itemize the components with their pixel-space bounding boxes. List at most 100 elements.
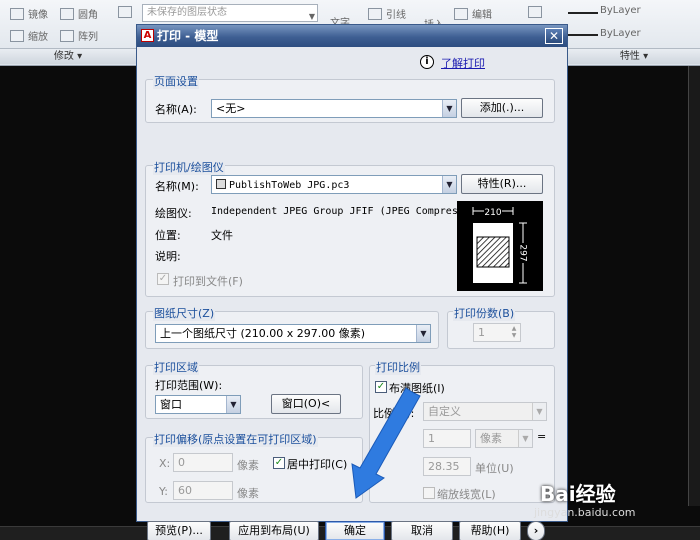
chevron-down-icon: ▼ xyxy=(442,100,456,117)
offset-y-unit: 像素 xyxy=(237,487,259,500)
page-setup-name-value: <无> xyxy=(216,102,246,115)
close-button[interactable]: ✕ xyxy=(545,28,563,44)
copies-spinner[interactable]: 1 ▲ ▼ xyxy=(473,323,521,342)
learn-about-plotting-link[interactable]: 了解打印 xyxy=(441,55,485,71)
preview-button[interactable]: 预览(P)... xyxy=(147,521,211,540)
edit-icon xyxy=(454,7,468,20)
offset-x-unit: 像素 xyxy=(237,459,259,472)
printer-name-combo[interactable]: PublishToWeb JPG.pc3 ▼ xyxy=(211,175,457,194)
plotter-icon xyxy=(216,179,226,189)
printer-name-value: PublishToWeb JPG.pc3 xyxy=(229,180,350,191)
page-setup-name-label: 名称(A): xyxy=(155,103,197,116)
apply-to-layout-button[interactable]: 应用到布局(U) xyxy=(229,521,319,540)
plot-dialog: A 打印 - 模型 ✕ i 了解打印 页面设置 名称(A): <无> ▼ 添加(… xyxy=(136,24,568,540)
offset-y-field[interactable]: 60 xyxy=(173,481,233,500)
scale-value1-field[interactable]: 1 xyxy=(423,429,471,448)
layer-icon-btn[interactable] xyxy=(118,6,132,18)
paper-preview-drawing: 210 297 xyxy=(472,205,529,284)
equals-sign: = xyxy=(537,430,547,443)
plot-range-value: 窗口 xyxy=(160,398,182,411)
scale-icon xyxy=(10,29,24,42)
printer-title: 打印机/绘图仪 xyxy=(153,159,225,175)
edit-tool[interactable]: 编辑 xyxy=(454,6,492,21)
scale-unit2-label: 单位(U) xyxy=(475,462,514,475)
printer-properties-button[interactable]: 特性(R)... xyxy=(461,174,543,194)
bylayer-value: ByLayer xyxy=(600,28,641,39)
plot-offset-title: 打印偏移(原点设置在可打印区域) xyxy=(153,431,318,447)
scale-lineweights-label: 缩放线宽(L) xyxy=(437,488,496,501)
scale-unit1-value: 像素 xyxy=(480,432,502,445)
chevron-down-icon: ▼ xyxy=(532,403,546,420)
paper-size-combo[interactable]: 上一个图纸尺寸 (210.00 x 297.00 像素) ▼ xyxy=(155,324,431,343)
modify-panel-title[interactable]: 修改 ▾ xyxy=(0,48,136,64)
leader-icon xyxy=(368,7,382,20)
watermark-logo: Bai经验 xyxy=(540,482,616,506)
array-label: 阵列 xyxy=(78,32,98,43)
chevron-down-icon: ▼ xyxy=(518,430,532,447)
location-value: 文件 xyxy=(211,229,233,242)
offset-y-value: 60 xyxy=(178,484,192,497)
mirror-tool[interactable]: 镜像 xyxy=(10,6,48,21)
chevron-down-icon: ▼ xyxy=(226,396,240,413)
paper-preview: 210 297 xyxy=(457,201,543,291)
window-pick-button[interactable]: 窗口(O)< xyxy=(271,394,341,414)
scale-lineweights-checkbox[interactable] xyxy=(423,487,435,499)
dialog-titlebar[interactable]: A 打印 - 模型 ✕ xyxy=(137,25,567,47)
plot-range-label: 打印范围(W): xyxy=(155,379,223,392)
lineweight-sample xyxy=(568,12,598,14)
spin-arrows-icon: ▲ ▼ xyxy=(511,325,517,339)
plotter-value: Independent JPEG Group JFIF (JPEG Compre… xyxy=(211,206,488,217)
watermark-url: jingyan.baidu.com xyxy=(534,506,636,519)
array-tool[interactable]: 阵列 xyxy=(60,28,98,43)
chevron-down-icon: ▼ xyxy=(416,325,430,342)
layer-icon xyxy=(118,6,132,18)
scale-value2: 28.35 xyxy=(428,460,460,473)
paper-size-value: 上一个图纸尺寸 (210.00 x 297.00 像素) xyxy=(160,327,366,340)
leader-tool[interactable]: 引线 xyxy=(368,6,406,21)
copies-title: 打印份数(B) xyxy=(453,305,516,321)
properties-panel-title[interactable]: 特性 ▾ xyxy=(568,48,700,64)
page-setup-name-combo[interactable]: <无> ▼ xyxy=(211,99,457,118)
offset-x-field[interactable]: 0 xyxy=(173,453,233,472)
print-to-file-label: 打印到文件(F) xyxy=(173,275,243,288)
fillet-tool[interactable]: 圆角 xyxy=(60,6,98,21)
leader-label: 引线 xyxy=(386,10,406,21)
center-plot-checkbox[interactable]: ✓ xyxy=(273,457,285,469)
linetype-sample xyxy=(568,34,598,36)
info-icon: i xyxy=(420,55,434,69)
description-label: 说明: xyxy=(155,250,181,263)
plot-area-hatch xyxy=(476,236,510,268)
add-page-setup-button[interactable]: 添加(.)... xyxy=(461,98,543,118)
side-scrollbar[interactable] xyxy=(688,66,700,506)
scale-value2-field[interactable]: 28.35 xyxy=(423,457,471,476)
properties-icon-btn[interactable] xyxy=(528,6,542,18)
scale-label: 缩放 xyxy=(28,32,48,43)
scale-tool[interactable]: 缩放 xyxy=(10,28,48,43)
offset-y-label: Y: xyxy=(159,485,168,498)
scale-unit1-combo[interactable]: 像素 ▼ xyxy=(475,429,533,448)
bylayer-combo-1[interactable]: ByLayer xyxy=(600,5,641,16)
bylayer-value: ByLayer xyxy=(600,5,641,16)
print-to-file-checkbox[interactable]: ✓ xyxy=(157,273,169,285)
fillet-icon xyxy=(60,7,74,20)
more-options-button[interactable]: › xyxy=(527,521,545,540)
plot-range-combo[interactable]: 窗口 ▼ xyxy=(155,395,241,414)
bylayer-combo-2[interactable]: ByLayer xyxy=(600,28,641,39)
mirror-icon xyxy=(10,7,24,20)
cancel-button[interactable]: 取消 xyxy=(391,521,453,540)
help-button[interactable]: 帮助(H) xyxy=(459,521,521,540)
modify-panel-label: 修改 xyxy=(53,51,74,62)
scale-combo[interactable]: 自定义 ▼ xyxy=(423,402,547,421)
chevron-down-icon: ▼ xyxy=(308,12,315,21)
offset-x-label: X: xyxy=(159,457,171,470)
dialog-title: 打印 - 模型 xyxy=(157,29,219,43)
layer-state-combo[interactable]: 未保存的图层状态 ▼ xyxy=(142,4,318,22)
edit-label: 编辑 xyxy=(472,10,492,21)
fit-to-paper-checkbox[interactable]: ✓ xyxy=(375,381,387,393)
list-icon xyxy=(528,6,542,18)
printer-name-label: 名称(M): xyxy=(155,180,199,193)
autocad-icon: A xyxy=(141,29,154,42)
paper-size-title: 图纸尺寸(Z) xyxy=(153,305,216,321)
properties-panel-label: 特性 xyxy=(619,51,640,62)
ok-button[interactable]: 确定 xyxy=(325,521,385,540)
